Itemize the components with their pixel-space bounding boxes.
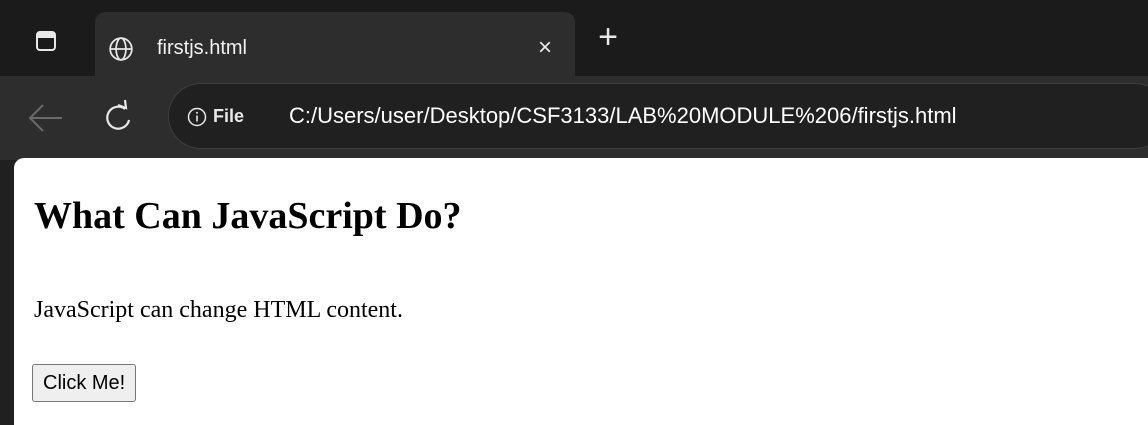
tab-strip: firstjs.html × +	[0, 0, 1148, 76]
refresh-icon	[106, 99, 131, 130]
new-tab-button[interactable]: +	[592, 20, 624, 54]
tab-actions-button[interactable]	[22, 21, 70, 61]
info-icon[interactable]	[187, 107, 207, 127]
page-title: What Can JavaScript Do?	[34, 195, 462, 237]
page-viewport: What Can JavaScript Do? JavaScript can c…	[14, 158, 1148, 425]
tab-title: firstjs.html	[157, 37, 247, 59]
address-bar[interactable]: File C:/Users/user/Desktop/CSF3133/LAB%2…	[168, 83, 1148, 149]
tab-close-button[interactable]: ×	[532, 35, 558, 61]
refresh-button[interactable]	[98, 98, 138, 138]
url-text[interactable]: C:/Users/user/Desktop/CSF3133/LAB%20MODU…	[289, 102, 957, 130]
arrow-left-icon	[28, 104, 62, 132]
browser-window: firstjs.html × + File C:/Users/user/Desk…	[0, 0, 1148, 425]
tab-actions-icon	[36, 31, 56, 51]
click-me-button[interactable]: Click Me!	[32, 364, 137, 402]
site-info-label[interactable]: File	[213, 104, 244, 128]
demo-paragraph: JavaScript can change HTML content.	[34, 297, 403, 323]
tab-firstjs[interactable]: firstjs.html ×	[95, 12, 575, 76]
back-button[interactable]	[26, 100, 66, 136]
toolbar: File C:/Users/user/Desktop/CSF3133/LAB%2…	[0, 76, 1148, 160]
globe-icon	[109, 37, 133, 61]
